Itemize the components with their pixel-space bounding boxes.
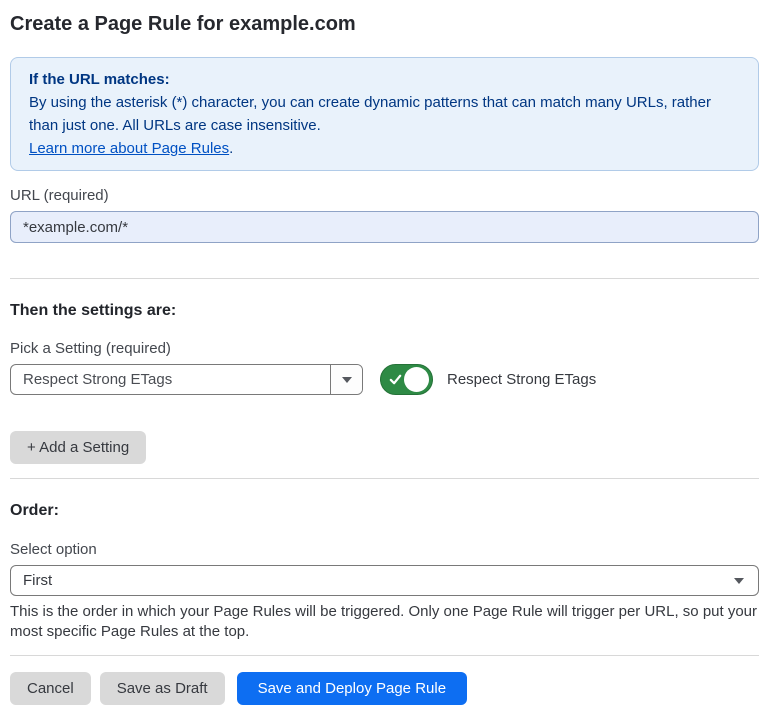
url-field-label: URL (required) — [10, 186, 759, 205]
order-select-label: Select option — [10, 540, 759, 559]
info-box-heading: If the URL matches: — [29, 68, 740, 91]
chevron-down-icon — [342, 377, 352, 383]
link-suffix: . — [229, 140, 233, 157]
add-setting-button[interactable]: + Add a Setting — [10, 431, 146, 464]
save-deploy-button[interactable]: Save and Deploy Page Rule — [237, 672, 467, 705]
divider — [10, 655, 759, 656]
check-icon — [389, 373, 402, 386]
order-select-value: First — [23, 572, 52, 589]
url-match-info-box: If the URL matches: By using the asteris… — [10, 57, 759, 171]
setting-row: Respect Strong ETags Respect Strong ETag… — [10, 364, 759, 395]
footer-actions: Cancel Save as Draft Save and Deploy Pag… — [10, 672, 759, 705]
toggle-knob — [404, 367, 429, 392]
url-input[interactable] — [10, 211, 759, 243]
setting-dropdown-value: Respect Strong ETags — [11, 365, 330, 394]
toggle-label: Respect Strong ETags — [447, 371, 596, 388]
chevron-down-icon — [734, 578, 744, 584]
order-help-text: This is the order in which your Page Rul… — [10, 602, 759, 642]
info-box-body: By using the asterisk (*) character, you… — [29, 91, 729, 137]
settings-section-heading: Then the settings are: — [10, 301, 759, 321]
setting-toggle[interactable] — [380, 364, 433, 395]
divider — [10, 478, 759, 479]
info-box-link-line: Learn more about Page Rules. — [29, 137, 740, 160]
page-rule-form: Create a Page Rule for example.com If th… — [0, 0, 769, 705]
page-title: Create a Page Rule for example.com — [10, 0, 759, 36]
save-draft-button[interactable]: Save as Draft — [100, 672, 225, 705]
order-select[interactable]: First — [10, 565, 759, 596]
learn-more-link[interactable]: Learn more about Page Rules — [29, 140, 229, 157]
setting-dropdown-caret-button[interactable] — [330, 365, 362, 394]
divider — [10, 278, 759, 279]
setting-dropdown[interactable]: Respect Strong ETags — [10, 364, 363, 395]
order-section-heading: Order: — [10, 501, 759, 521]
cancel-button[interactable]: Cancel — [10, 672, 91, 705]
pick-setting-label: Pick a Setting (required) — [10, 339, 759, 358]
